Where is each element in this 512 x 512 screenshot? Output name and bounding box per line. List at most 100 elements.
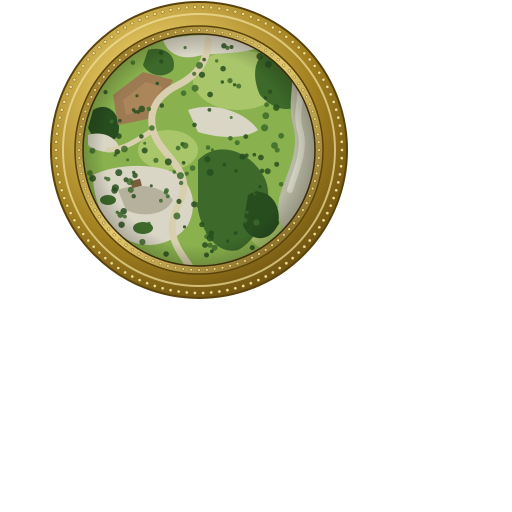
minimap-svg[interactable] [48,0,350,302]
frame-bead [292,221,296,225]
frame-bead [72,218,77,223]
frame-bead [107,227,111,231]
frame-bead [316,132,320,136]
frame-bead [270,53,274,57]
frame-bead [160,286,165,291]
frame-bead [213,29,217,33]
frame-bead [76,70,81,75]
frame-bead [317,148,321,152]
frame-bead [137,278,142,282]
frame-bead [287,227,291,231]
frame-bead [217,289,222,294]
frame-bead [205,268,209,272]
frame-bead [193,291,197,295]
frame-bead [168,8,173,12]
frame-bead [336,115,341,120]
frame-bead [130,274,135,279]
frame-bead [305,95,309,99]
frame-bead [68,211,73,215]
frame-bead [317,225,322,230]
frame-bead [271,270,275,275]
frame-bead [233,9,238,14]
frame-bead [243,37,247,41]
frame-bead [174,30,178,34]
frame-bead [217,6,222,11]
frame-bead [130,48,134,52]
frame-bead [130,248,134,252]
frame-bead [302,51,307,56]
frame-bead [59,188,64,193]
frame-bead [325,211,330,215]
frame-bead [137,44,141,48]
frame-bead [55,164,59,169]
frame-bead [79,171,83,175]
frame-bead [264,48,268,52]
frame-bead [220,30,224,34]
frame-bead [249,281,253,286]
frame-bead [277,30,282,34]
frame-bead [292,75,296,79]
frame-bead [103,256,108,260]
frame-bead [220,266,224,270]
frame-bead [257,252,261,256]
frame-bead [65,92,70,97]
frame-bead [102,75,106,79]
frame-bead [225,288,230,292]
frame-bead [97,250,102,255]
frame-bead [109,34,114,39]
frame-bead [249,14,253,19]
minimap[interactable] [48,0,350,302]
frame-bead [81,64,86,68]
frame-bead [56,172,60,177]
frame-bead [54,156,59,160]
frame-bead [315,125,319,129]
frame-bead [340,148,344,152]
frame-bead [112,63,116,67]
frame-bead [271,25,275,30]
frame-bead [86,57,91,62]
frame-bead [78,164,82,168]
frame-bead [153,12,157,16]
frame-bead [65,203,70,208]
frame-bead [57,115,62,120]
frame-bead [54,140,59,144]
frame-bead [145,14,149,19]
frame-bead [116,30,121,34]
frame-bead [228,32,232,36]
frame-bead [91,244,96,249]
frame-bead [317,140,321,144]
frame-bead [109,261,114,266]
frame-bead [241,12,245,16]
frame-bead [256,18,261,22]
frame-bead [184,5,189,10]
frame-bead [311,109,315,113]
frame-bead [62,196,67,200]
frame-bead [225,8,230,12]
frame-bead [321,77,326,82]
frame-bead [336,180,341,185]
frame-bead [55,131,59,136]
frame-bead [197,28,201,32]
frame-bead [123,25,127,30]
frame-bead [270,243,274,247]
frame-bead [97,45,102,50]
frame-bead [264,248,268,252]
frame-bead [77,156,81,160]
frame-bead [56,123,60,128]
frame-bead [181,29,185,33]
frame-bead [331,196,336,200]
frame-bead [137,252,141,256]
frame-bead [296,250,301,255]
frame-bead [166,264,170,268]
frame-bead [107,69,111,73]
frame-bead [317,156,321,160]
frame-bead [257,44,261,48]
frame-bead [123,270,127,275]
frame-bead [250,40,254,44]
frame-bead [209,5,214,10]
frame-bead [243,259,247,263]
frame-bead [89,201,93,205]
frame-bead [287,69,291,73]
frame-bead [118,238,122,242]
frame-bead [328,92,333,97]
